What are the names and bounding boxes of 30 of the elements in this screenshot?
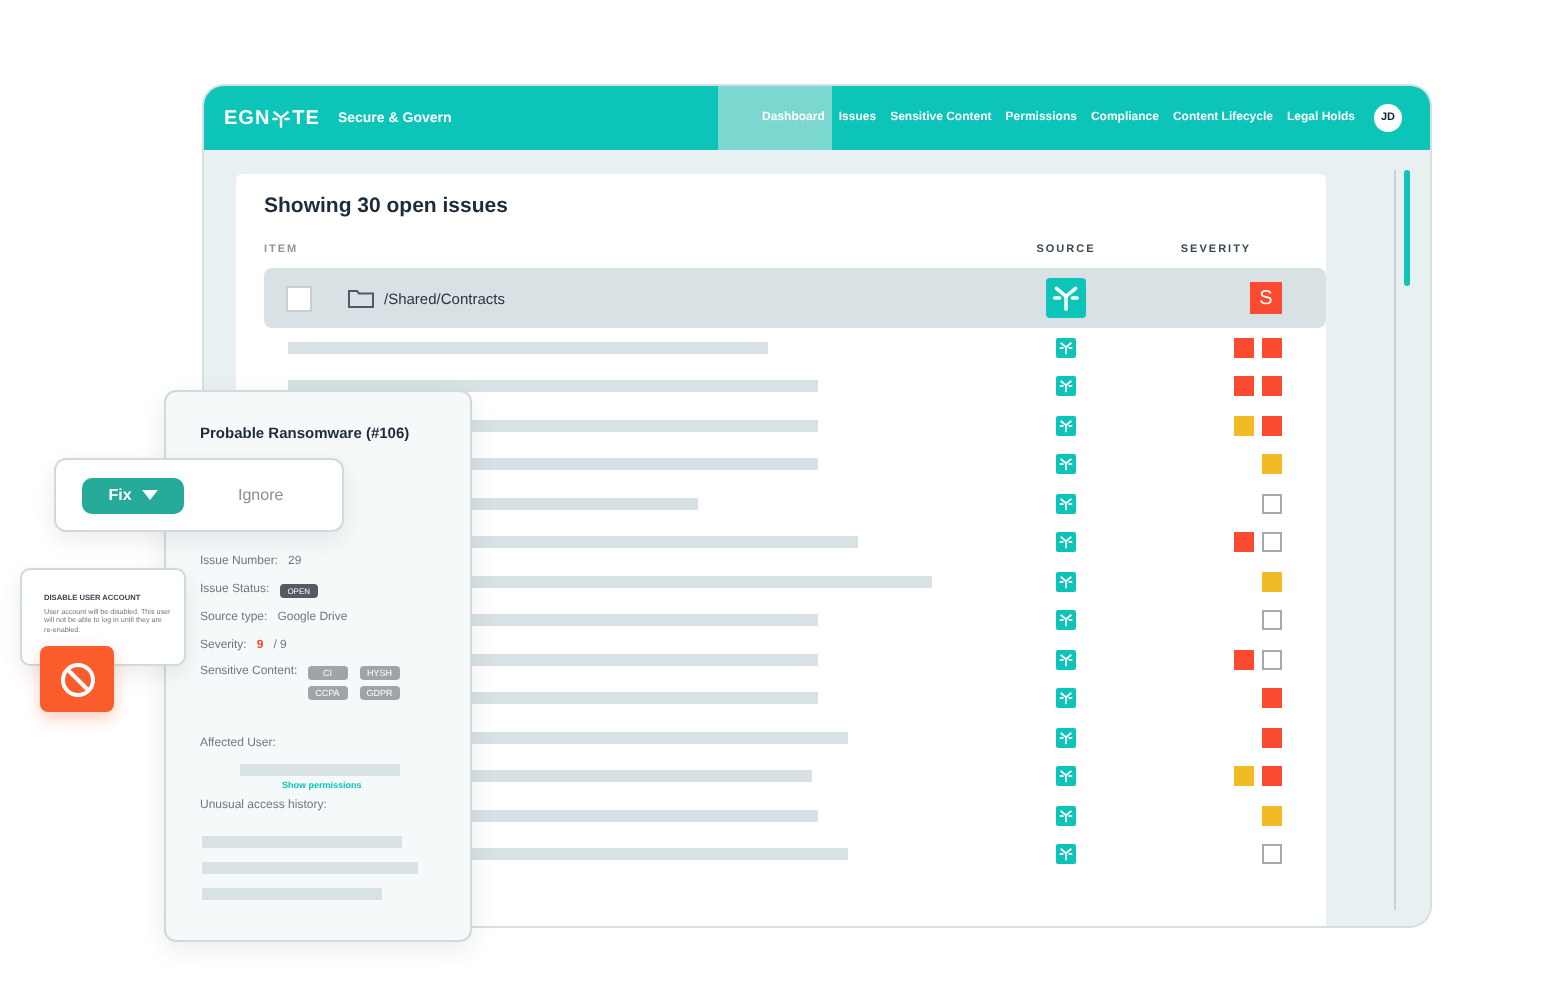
folder-icon xyxy=(348,288,374,308)
source-icon xyxy=(1056,727,1076,748)
fix-button[interactable]: Fix xyxy=(82,477,184,513)
scrollbar-thumb[interactable] xyxy=(1404,170,1410,286)
issues-heading: Showing 30 open issues xyxy=(264,192,510,222)
severity-square xyxy=(1262,844,1282,865)
severity-square xyxy=(1262,532,1282,553)
source-icon xyxy=(1056,844,1076,865)
source-icon xyxy=(1046,278,1086,318)
source-icon xyxy=(1056,415,1076,436)
severity-square xyxy=(1262,610,1282,631)
severity-badge: S xyxy=(1250,282,1282,314)
ignore-button[interactable]: Ignore xyxy=(238,486,284,504)
source-icon xyxy=(1056,376,1076,397)
source-icon xyxy=(1056,766,1076,787)
source-icon xyxy=(1056,571,1076,592)
checkbox[interactable] xyxy=(286,285,312,311)
severity-square xyxy=(1262,649,1282,670)
source-icon xyxy=(1056,649,1076,670)
source-icon xyxy=(1056,337,1076,358)
caret-icon xyxy=(141,490,158,500)
source-icon xyxy=(1056,688,1076,709)
source-icon xyxy=(1056,610,1076,631)
source-icon xyxy=(1056,805,1076,826)
source-icon xyxy=(1056,454,1076,475)
severity-square xyxy=(1262,493,1282,514)
brand-logo: EGN TE xyxy=(224,107,320,129)
block-icon[interactable] xyxy=(40,646,114,712)
source-icon xyxy=(1056,532,1076,553)
source-icon xyxy=(1056,493,1076,514)
